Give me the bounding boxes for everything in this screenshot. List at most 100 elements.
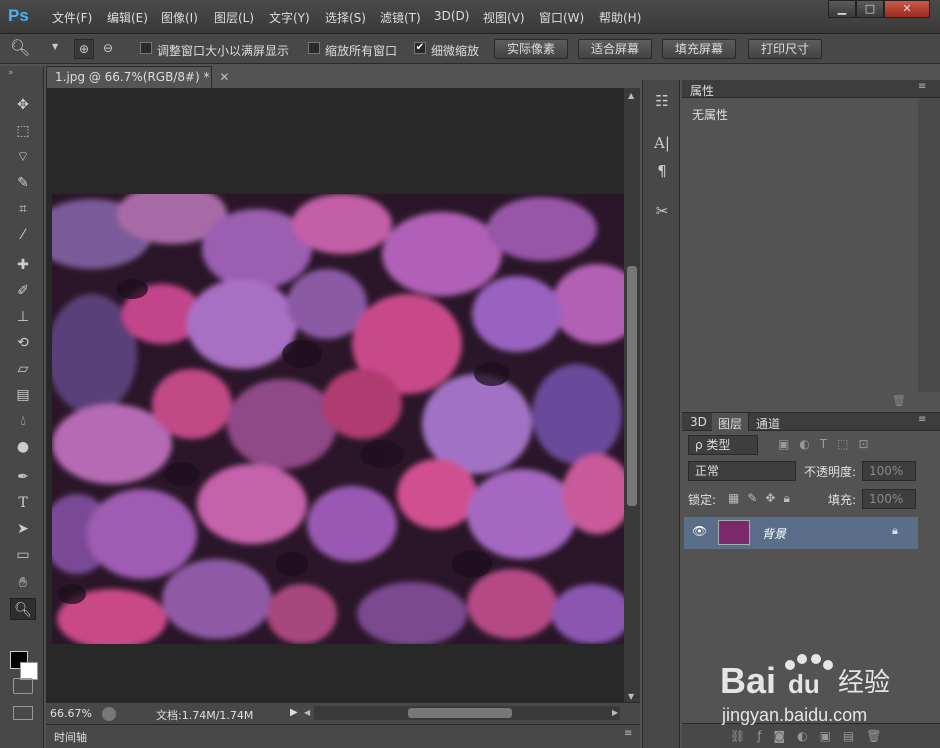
close-button[interactable]: ✕ bbox=[884, 0, 930, 18]
zoom-tool-icon[interactable]: 🔍︎ bbox=[10, 38, 30, 57]
minimize-button[interactable]: ▁ bbox=[828, 0, 856, 18]
path-selection-tool-icon[interactable]: ➤ bbox=[10, 518, 36, 540]
tab-layers[interactable]: 图层 bbox=[712, 413, 750, 431]
painted-image bbox=[52, 194, 624, 644]
timeline-panel[interactable]: 时间轴 ≡ bbox=[46, 724, 640, 748]
history-panel-icon[interactable]: ☷ bbox=[651, 90, 673, 112]
hand-tool-icon[interactable]: ✋︎ bbox=[10, 572, 36, 594]
layers-panel: 3D 图层 通道 ≡ ρ 类型 ▣◐T⬚⊡ 正常 不透明度: 100% 锁定: … bbox=[682, 412, 940, 748]
tool-presets-icon[interactable]: ✂ bbox=[651, 200, 673, 222]
type-tool-icon[interactable]: T bbox=[10, 492, 36, 514]
layer-name[interactable]: 背景 bbox=[762, 525, 786, 542]
layer-action-icons[interactable]: ⛓ƒ◙◐▣▤🗑︎ bbox=[730, 729, 893, 743]
properties-scrollbar[interactable] bbox=[918, 98, 940, 392]
quick-mask-icon[interactable] bbox=[13, 678, 33, 694]
menu-layer[interactable]: 图层(L) bbox=[214, 9, 254, 26]
menu-filter[interactable]: 滤镜(T) bbox=[380, 9, 421, 26]
menu-3d[interactable]: 3D(D) bbox=[434, 9, 469, 23]
clone-stamp-tool-icon[interactable]: ⊥ bbox=[10, 306, 36, 328]
menu-edit[interactable]: 编辑(E) bbox=[107, 9, 148, 26]
scrubby-zoom-checkbox[interactable]: ✔ bbox=[414, 42, 426, 54]
filter-icons[interactable]: ▣◐T⬚⊡ bbox=[778, 437, 879, 451]
menu-file[interactable]: 文件(F) bbox=[52, 9, 92, 26]
scroll-right-icon[interactable]: ▶ bbox=[612, 708, 618, 717]
character-panel-icon[interactable]: A| bbox=[651, 132, 673, 154]
gradient-tool-icon[interactable]: ▤ bbox=[10, 384, 36, 406]
options-bar: 🔍︎ ▼ ⊕ ⊖ 调整窗口大小以满屏显示 缩放所有窗口 ✔ 细微缩放 实际像素 … bbox=[0, 34, 940, 64]
tab-3d[interactable]: 3D bbox=[690, 415, 707, 429]
eye-icon[interactable]: 👁︎ bbox=[692, 524, 707, 538]
actual-pixels-button[interactable]: 实际像素 bbox=[494, 39, 568, 59]
zoom-all-checkbox[interactable] bbox=[308, 42, 320, 54]
horizontal-scroll-thumb[interactable] bbox=[408, 708, 512, 718]
healing-brush-tool-icon[interactable]: ✚ bbox=[10, 254, 36, 276]
zoom-tool-icon[interactable]: 🔍︎ bbox=[10, 598, 36, 620]
tab-channels[interactable]: 通道 bbox=[756, 415, 780, 432]
close-tab-icon[interactable]: ✕ bbox=[219, 70, 229, 84]
scrubby-zoom-label: 细微缩放 bbox=[431, 44, 480, 58]
rectangle-tool-icon[interactable]: ▭ bbox=[10, 544, 36, 566]
properties-body: 无属性 bbox=[682, 98, 918, 392]
dodge-tool-icon[interactable]: ● bbox=[10, 436, 36, 458]
resize-windows-label: 调整窗口大小以满屏显示 bbox=[157, 44, 290, 58]
filter-kind-select[interactable]: ρ 类型 bbox=[688, 435, 758, 455]
info-icon[interactable] bbox=[102, 707, 116, 721]
zoom-out-icon[interactable]: ⊖ bbox=[98, 39, 118, 59]
menu-window[interactable]: 窗口(W) bbox=[539, 9, 584, 26]
screen-mode-icon[interactable] bbox=[13, 706, 33, 720]
properties-panel: 属性 ≡ 无属性 🗑︎ bbox=[682, 80, 940, 410]
blend-mode-select[interactable]: 正常 bbox=[688, 461, 796, 481]
blur-tool-icon[interactable]: 💧︎ bbox=[10, 410, 36, 432]
panel-menu-icon[interactable]: ≡ bbox=[918, 414, 926, 425]
panel-menu-icon[interactable]: ≡ bbox=[624, 728, 632, 739]
quick-select-tool-icon[interactable]: ✎ bbox=[10, 172, 36, 194]
menu-select[interactable]: 选择(S) bbox=[325, 9, 366, 26]
timeline-label: 时间轴 bbox=[54, 731, 87, 744]
marquee-tool-icon[interactable]: ⬚ bbox=[10, 120, 36, 142]
lasso-tool-icon[interactable]: ⌔ bbox=[10, 146, 36, 168]
chevron-down-icon[interactable]: ▼ bbox=[52, 42, 58, 51]
lock-label: 锁定: bbox=[688, 493, 717, 507]
print-size-button[interactable]: 打印尺寸 bbox=[748, 39, 822, 59]
layer-thumbnail bbox=[718, 520, 750, 545]
layers-footer: ⛓ƒ◙◐▣▤🗑︎ bbox=[682, 723, 940, 748]
crop-tool-icon[interactable]: ⌗ bbox=[10, 198, 36, 220]
panel-menu-icon[interactable]: ≡ bbox=[918, 81, 926, 92]
fill-label: 填充: bbox=[828, 493, 857, 507]
fit-screen-button[interactable]: 适合屏幕 bbox=[578, 39, 652, 59]
document-tab-title: 1.jpg @ 66.7%(RGB/8#) * bbox=[55, 70, 210, 84]
menu-help[interactable]: 帮助(H) bbox=[599, 9, 641, 26]
scroll-up-icon[interactable]: ▲ bbox=[628, 91, 634, 100]
lock-icon: 🔒︎ bbox=[892, 524, 898, 537]
document-image[interactable] bbox=[52, 194, 624, 644]
tab-properties[interactable]: 属性 bbox=[690, 82, 714, 99]
paragraph-panel-icon[interactable]: ¶ bbox=[651, 160, 673, 182]
maximize-button[interactable]: □ bbox=[856, 0, 884, 18]
zoom-all-label: 缩放所有窗口 bbox=[325, 44, 398, 58]
zoom-level[interactable]: 66.67% bbox=[50, 707, 92, 720]
menu-type[interactable]: 文字(Y) bbox=[269, 9, 310, 26]
lock-icons[interactable]: ▦✎✥🔒︎ bbox=[728, 491, 798, 506]
zoom-in-icon[interactable]: ⊕ bbox=[74, 39, 94, 59]
move-tool-icon[interactable]: ✥ bbox=[10, 94, 36, 116]
history-brush-tool-icon[interactable]: ⟲ bbox=[10, 332, 36, 354]
document-tab[interactable]: 1.jpg @ 66.7%(RGB/8#) * ✕ bbox=[46, 66, 229, 88]
fill-input[interactable]: 100% bbox=[862, 489, 916, 509]
menu-image[interactable]: 图像(I) bbox=[161, 9, 198, 26]
status-menu-icon[interactable]: ▶ bbox=[290, 707, 298, 718]
vertical-scroll-thumb[interactable] bbox=[627, 266, 637, 506]
scroll-left-icon[interactable]: ◀ bbox=[304, 708, 310, 717]
eraser-tool-icon[interactable]: ▱ bbox=[10, 358, 36, 380]
collapse-icon[interactable]: » bbox=[8, 68, 14, 78]
menu-view[interactable]: 视图(V) bbox=[483, 9, 525, 26]
fill-screen-button[interactable]: 填充屏幕 bbox=[662, 39, 736, 59]
trash-icon[interactable]: 🗑︎ bbox=[892, 394, 906, 407]
brush-tool-icon[interactable]: ✐ bbox=[10, 280, 36, 302]
resize-windows-checkbox[interactable] bbox=[140, 42, 152, 54]
opacity-input[interactable]: 100% bbox=[862, 461, 916, 481]
document-size: 文档:1.74M/1.74M bbox=[156, 709, 254, 722]
layer-row[interactable]: 👁︎ 背景 🔒︎ bbox=[684, 517, 918, 549]
pen-tool-icon[interactable]: ✒ bbox=[10, 466, 36, 488]
scroll-down-icon[interactable]: ▼ bbox=[628, 692, 634, 701]
eyedropper-tool-icon[interactable]: ⁄ bbox=[10, 224, 36, 246]
